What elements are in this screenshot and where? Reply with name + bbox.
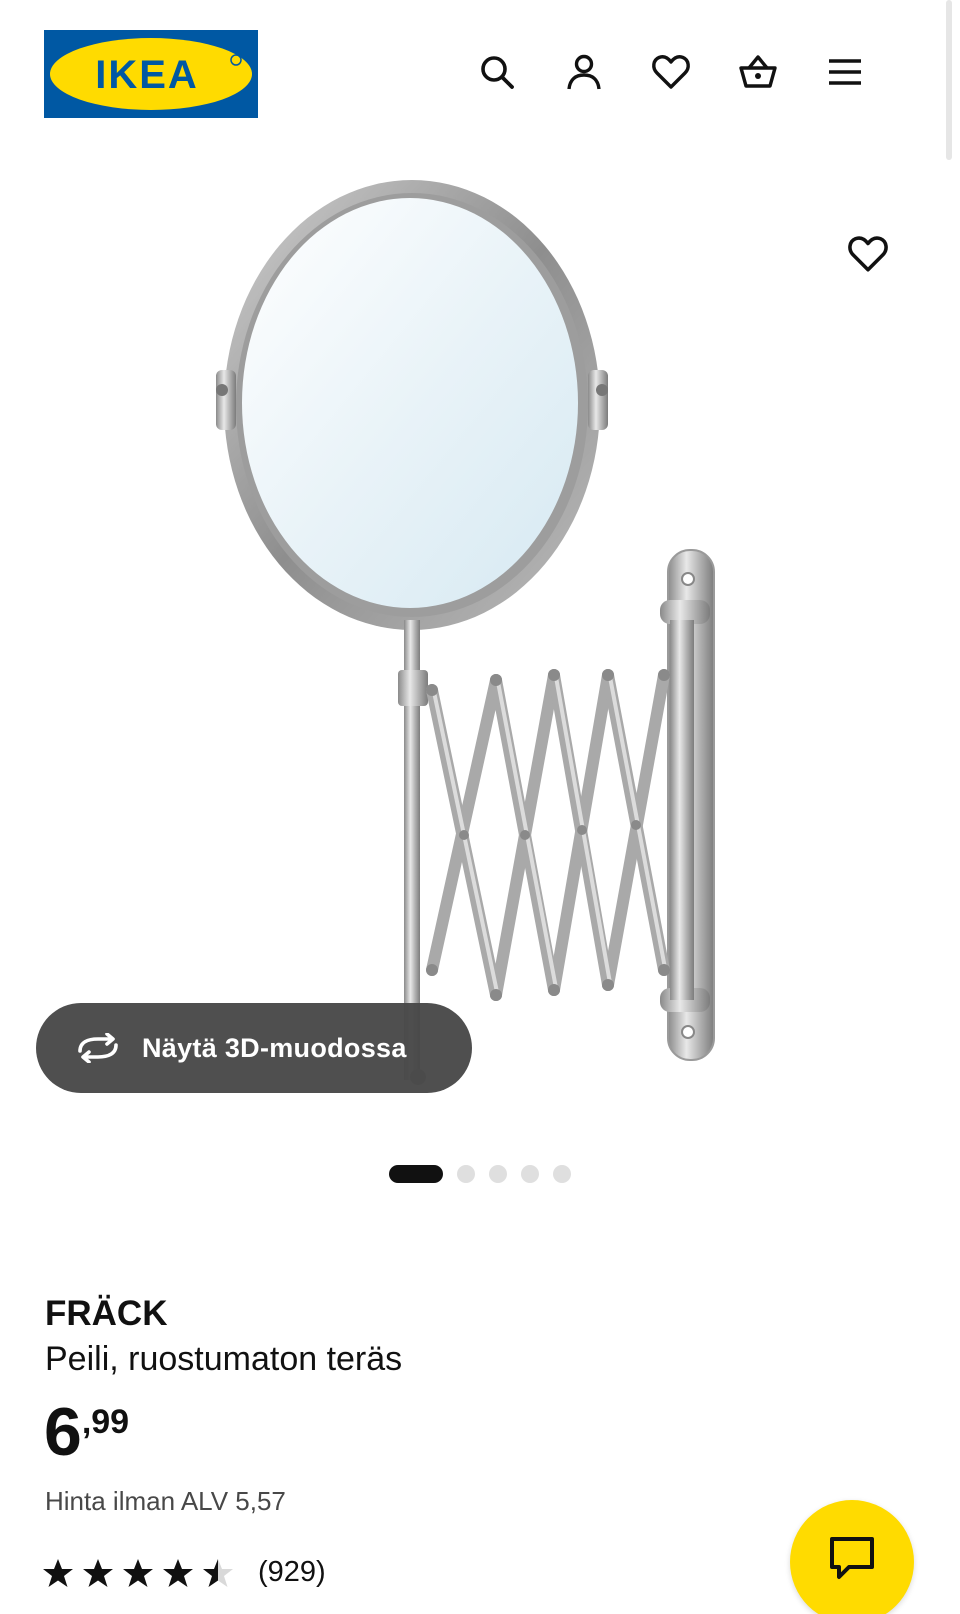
- chat-icon: [830, 1537, 874, 1579]
- view-3d-label: Näytä 3D-muodossa: [142, 1032, 407, 1063]
- view-3d-button[interactable]: Näytä 3D-muodossa: [36, 1003, 472, 1093]
- heart-icon: [652, 55, 690, 89]
- add-to-favourites-button[interactable]: [846, 232, 890, 276]
- product-name: FRÄCK: [45, 1294, 168, 1333]
- gallery-dot-1[interactable]: [389, 1165, 443, 1183]
- rating-stars: [42, 1557, 234, 1589]
- product-rating[interactable]: (929): [42, 1556, 326, 1589]
- product-description: Peili, ruostumaton teräs: [45, 1340, 403, 1378]
- favourites-button[interactable]: [649, 50, 693, 94]
- gallery-dot-2[interactable]: [457, 1165, 475, 1183]
- star-icon: [43, 1558, 73, 1587]
- menu-button[interactable]: [823, 50, 867, 94]
- account-icon: [567, 54, 601, 90]
- heart-icon: [848, 236, 888, 272]
- scrollbar[interactable]: [946, 0, 952, 160]
- gallery-pagination: [0, 1164, 960, 1184]
- star-icon: [83, 1558, 113, 1587]
- search-icon: [481, 56, 514, 89]
- price-excluding-vat: Hinta ilman ALV 5,57: [45, 1486, 286, 1516]
- gallery-dot-3[interactable]: [489, 1165, 507, 1183]
- price-integer: 6: [44, 1394, 82, 1470]
- star-icon: [163, 1558, 193, 1587]
- basket-button[interactable]: [736, 50, 780, 94]
- gallery-dot-5[interactable]: [553, 1165, 571, 1183]
- product-image-mirror[interactable]: [200, 180, 760, 1110]
- account-button[interactable]: [562, 50, 606, 94]
- logo-text: IKEA: [95, 53, 199, 97]
- price-decimal: ,99: [81, 1403, 130, 1441]
- menu-icon: [829, 59, 861, 85]
- ikea-logo[interactable]: IKEA: [44, 30, 258, 118]
- rotate-3d-icon: [78, 1033, 118, 1063]
- star-icon: [123, 1558, 153, 1587]
- product-gallery[interactable]: [0, 150, 960, 1130]
- product-price: 6 ,99: [44, 1398, 129, 1466]
- review-count: (929): [258, 1556, 326, 1588]
- site-header: IKEA: [0, 0, 960, 150]
- chat-button[interactable]: [790, 1500, 914, 1614]
- basket-icon: [739, 55, 777, 88]
- gallery-dot-4[interactable]: [521, 1165, 539, 1183]
- search-button[interactable]: [475, 50, 519, 94]
- star-half-icon: [203, 1558, 233, 1587]
